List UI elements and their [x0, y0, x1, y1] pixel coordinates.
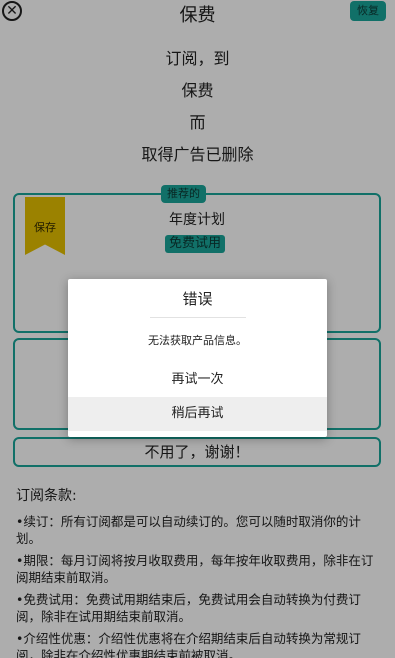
- dialog-title: 错误: [182, 290, 213, 308]
- try-later-button[interactable]: 稍后再试: [68, 397, 327, 431]
- error-dialog: 错误 无法获取产品信息。 再试一次 稍后再试: [68, 279, 327, 437]
- dialog-message: 无法获取产品信息。: [148, 334, 247, 347]
- dialog-divider: [150, 317, 246, 318]
- retry-button[interactable]: 再试一次: [68, 363, 327, 397]
